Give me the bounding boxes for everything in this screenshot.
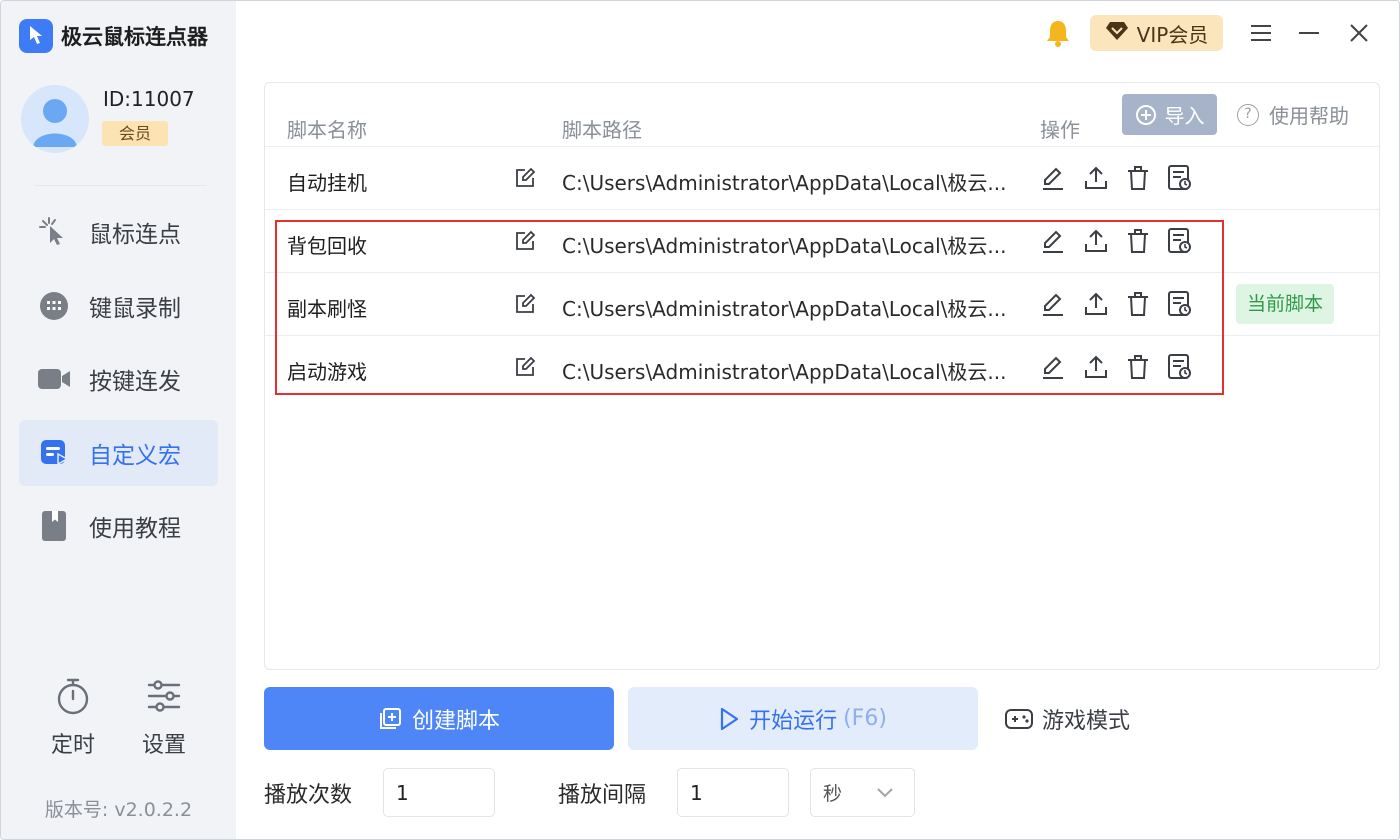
play-icon bbox=[719, 707, 739, 731]
edit-icon[interactable] bbox=[1038, 163, 1068, 193]
table-row[interactable]: 自动挂机 C:\Users\Administrator\AppData\Loca… bbox=[265, 146, 1379, 209]
log-icon[interactable] bbox=[1165, 226, 1195, 256]
member-badge: 会员 bbox=[102, 121, 168, 146]
cursor-click-icon bbox=[37, 215, 71, 249]
rename-icon[interactable] bbox=[514, 293, 536, 315]
header-actions: 操作 bbox=[1040, 118, 1080, 142]
game-mode-label: 游戏模式 bbox=[1042, 709, 1131, 734]
script-path: C:\Users\Administrator\AppData\Local\极云.… bbox=[562, 360, 1007, 384]
sidebar-divider bbox=[35, 185, 207, 186]
script-name: 启动游戏 bbox=[287, 360, 367, 384]
close-icon[interactable] bbox=[1341, 15, 1377, 51]
delete-icon[interactable] bbox=[1123, 226, 1153, 256]
nav-label: 自定义宏 bbox=[89, 443, 181, 469]
nav-label: 鼠标连点 bbox=[89, 222, 181, 248]
log-icon[interactable] bbox=[1165, 352, 1195, 382]
run-hotkey: (F6) bbox=[843, 706, 887, 731]
nav-item-custom-macro[interactable]: 自定义宏 bbox=[19, 420, 218, 486]
log-icon[interactable] bbox=[1165, 289, 1195, 319]
vip-button[interactable]: VIP会员 bbox=[1090, 15, 1223, 51]
create-script-label: 创建脚本 bbox=[411, 708, 500, 734]
nav-item-tutorial[interactable]: 使用教程 bbox=[19, 493, 218, 559]
current-script-tag: 当前脚本 bbox=[1236, 284, 1334, 324]
upload-icon[interactable] bbox=[1081, 226, 1111, 256]
plus-circle-icon bbox=[1135, 104, 1157, 126]
settings-button[interactable]: 设置 bbox=[129, 677, 199, 759]
nav-item-mouse-click[interactable]: 鼠标连点 bbox=[19, 199, 218, 265]
upload-icon[interactable] bbox=[1081, 163, 1111, 193]
brand: 极云鼠标连点器 bbox=[19, 19, 208, 53]
help-link[interactable]: ? 使用帮助 bbox=[1237, 100, 1349, 129]
play-interval-input[interactable] bbox=[677, 768, 789, 817]
chevron-down-icon bbox=[876, 783, 894, 806]
vip-label: VIP会员 bbox=[1136, 22, 1209, 47]
nav-item-key-repeat[interactable]: 按键连发 bbox=[19, 346, 218, 412]
header-script-name: 脚本名称 bbox=[287, 118, 367, 142]
script-name: 背包回收 bbox=[287, 234, 367, 258]
book-icon bbox=[37, 509, 71, 543]
header-script-path: 脚本路径 bbox=[562, 118, 642, 142]
start-run-label: 开始运行 bbox=[749, 708, 838, 734]
diamond-icon bbox=[1105, 21, 1129, 46]
question-circle-icon: ? bbox=[1237, 103, 1259, 126]
timer-button[interactable]: 定时 bbox=[38, 677, 108, 759]
table-row[interactable]: 副本刷怪 C:\Users\Administrator\AppData\Loca… bbox=[265, 272, 1379, 335]
rename-icon[interactable] bbox=[514, 356, 536, 378]
play-count-label: 播放次数 bbox=[264, 783, 353, 808]
start-run-button[interactable]: 开始运行 (F6) bbox=[628, 687, 978, 750]
sliders-icon bbox=[129, 677, 199, 719]
edit-icon[interactable] bbox=[1038, 226, 1068, 256]
table-row[interactable]: 启动游戏 C:\Users\Administrator\AppData\Loca… bbox=[265, 335, 1379, 398]
script-name: 副本刷怪 bbox=[287, 297, 367, 321]
minimize-icon[interactable] bbox=[1291, 15, 1327, 51]
script-path: C:\Users\Administrator\AppData\Local\极云.… bbox=[562, 234, 1007, 258]
nav-label: 键鼠录制 bbox=[89, 296, 181, 322]
script-name: 自动挂机 bbox=[287, 171, 367, 195]
unit-value: 秒 bbox=[823, 783, 843, 805]
macro-icon bbox=[37, 436, 71, 470]
add-script-icon bbox=[378, 707, 402, 731]
timer-label: 定时 bbox=[50, 733, 95, 758]
menu-icon[interactable] bbox=[1243, 15, 1279, 51]
edit-icon[interactable] bbox=[1038, 352, 1068, 382]
delete-icon[interactable] bbox=[1123, 352, 1153, 382]
import-button[interactable]: 导入 bbox=[1122, 94, 1217, 135]
settings-label: 设置 bbox=[141, 733, 186, 758]
version-text: 版本号: v2.0.2.2 bbox=[44, 799, 193, 821]
delete-icon[interactable] bbox=[1123, 289, 1153, 319]
table-row[interactable]: 背包回收 C:\Users\Administrator\AppData\Loca… bbox=[265, 209, 1379, 272]
gamepad-icon bbox=[1004, 707, 1034, 731]
rename-icon[interactable] bbox=[514, 230, 536, 252]
sidebar: 极云鼠标连点器 ID:11007 会员 鼠标连点 键鼠录制 按键连发 自定义宏 … bbox=[1, 1, 236, 839]
nav-label: 按键连发 bbox=[89, 369, 181, 395]
notification-bell-icon[interactable] bbox=[1040, 15, 1076, 51]
script-path: C:\Users\Administrator\AppData\Local\极云.… bbox=[562, 171, 1007, 195]
game-mode-toggle[interactable]: 游戏模式 bbox=[1004, 703, 1130, 735]
app-window: 极云鼠标连点器 ID:11007 会员 鼠标连点 键鼠录制 按键连发 自定义宏 … bbox=[0, 0, 1400, 840]
rename-icon[interactable] bbox=[514, 167, 536, 189]
upload-icon[interactable] bbox=[1081, 352, 1111, 382]
play-count-input[interactable] bbox=[383, 768, 495, 817]
nav-label: 使用教程 bbox=[89, 516, 181, 542]
stopwatch-icon bbox=[38, 677, 108, 719]
upload-icon[interactable] bbox=[1081, 289, 1111, 319]
app-title: 极云鼠标连点器 bbox=[61, 25, 208, 49]
help-label: 使用帮助 bbox=[1269, 104, 1349, 128]
avatar[interactable] bbox=[21, 85, 89, 153]
app-logo-icon bbox=[19, 19, 53, 53]
keyboard-mouse-icon bbox=[37, 289, 71, 323]
script-path: C:\Users\Administrator\AppData\Local\极云.… bbox=[562, 297, 1007, 321]
script-table: 脚本名称 脚本路径 操作 导入 ? 使用帮助 自动挂机 C:\Users\Adm… bbox=[264, 82, 1380, 670]
video-camera-icon bbox=[37, 362, 71, 396]
user-id: ID:11007 bbox=[103, 87, 195, 111]
edit-icon[interactable] bbox=[1038, 289, 1068, 319]
import-label: 导入 bbox=[1164, 104, 1205, 128]
create-script-button[interactable]: 创建脚本 bbox=[264, 687, 614, 750]
interval-unit-select[interactable]: 秒 bbox=[810, 768, 915, 817]
nav-item-record[interactable]: 键鼠录制 bbox=[19, 273, 218, 339]
play-interval-label: 播放间隔 bbox=[558, 783, 647, 808]
delete-icon[interactable] bbox=[1123, 163, 1153, 193]
log-icon[interactable] bbox=[1165, 163, 1195, 193]
